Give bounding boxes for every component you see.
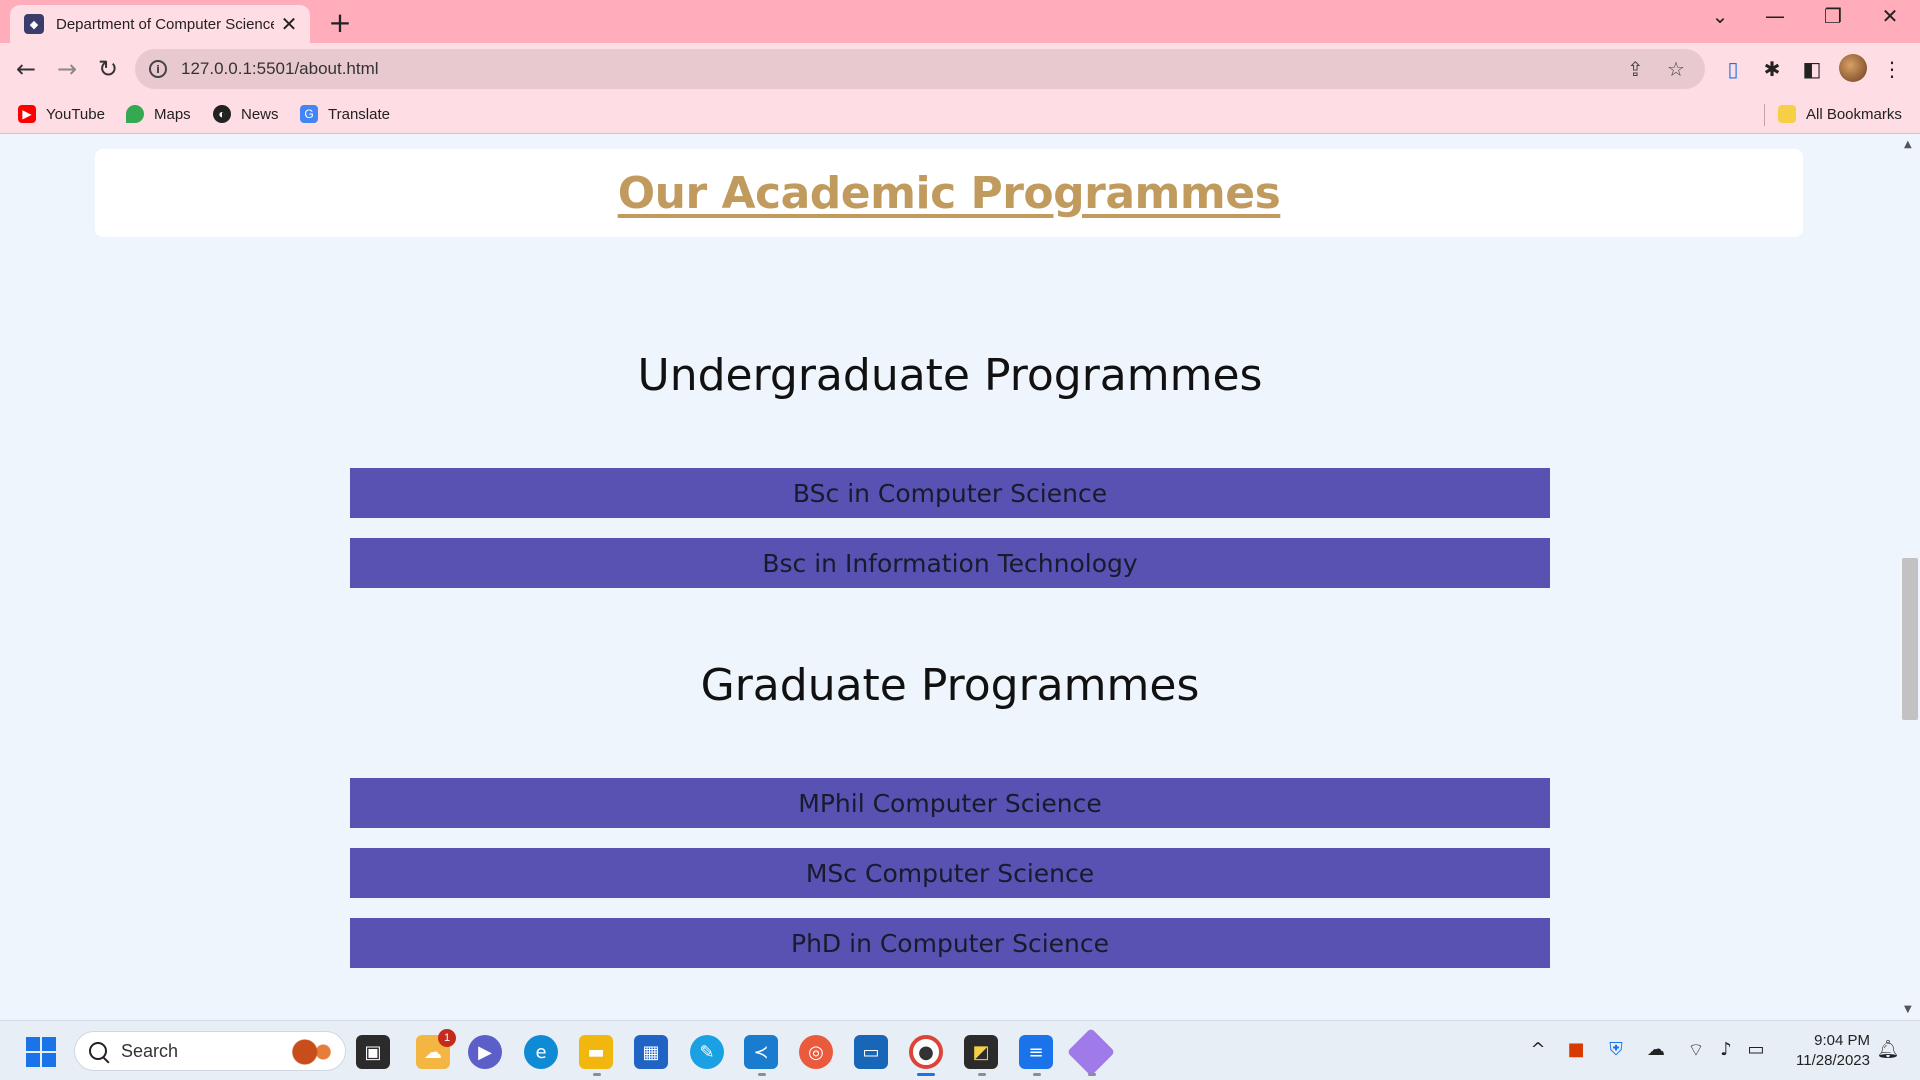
folder-icon: [1778, 105, 1796, 123]
programme-bsc-information-technology[interactable]: Bsc in Information Technology: [350, 538, 1550, 588]
edge-browser-icon[interactable]: e: [524, 1035, 558, 1069]
new-tab-button[interactable]: +: [325, 6, 355, 39]
bookmarks-bar: ▶ YouTube Maps ◐ News G Translate All Bo…: [0, 96, 1920, 134]
notepad-icon[interactable]: ≡: [1019, 1035, 1053, 1069]
close-window-button[interactable]: ✕: [1870, 4, 1910, 28]
minimize-button[interactable]: —: [1755, 4, 1795, 28]
close-tab-icon[interactable]: ✕: [278, 12, 300, 36]
translate-icon: G: [300, 105, 318, 123]
share-icon[interactable]: ⇪: [1627, 57, 1644, 81]
programme-bsc-computer-science[interactable]: BSc in Computer Science: [350, 468, 1550, 518]
address-bar[interactable]: i 127.0.0.1:5501/about.html ⇪ ☆: [135, 49, 1705, 89]
forward-arrow-icon[interactable]: →: [51, 53, 83, 85]
tray-app-icon[interactable]: ■: [1564, 1039, 1588, 1060]
start-windows-icon[interactable]: [26, 1037, 56, 1067]
heading-card: Our Academic Programmes: [95, 149, 1803, 237]
all-bookmarks-button[interactable]: All Bookmarks: [1778, 105, 1902, 123]
url-text[interactable]: 127.0.0.1:5501/about.html: [181, 59, 379, 79]
page-scrollbar[interactable]: ▲ ▼: [1900, 135, 1920, 1020]
extensions-puzzle-icon[interactable]: ✱: [1758, 55, 1786, 83]
system-clock[interactable]: 9:04 PM 11/28/2023: [1780, 1031, 1870, 1071]
restore-button[interactable]: ❐: [1813, 4, 1853, 28]
tab-title: Department of Computer Science: [56, 15, 274, 33]
app-diamond-icon[interactable]: [1066, 1027, 1116, 1077]
task-view-icon[interactable]: ▣: [356, 1035, 390, 1069]
bookmark-label: Translate: [328, 105, 390, 123]
teams-chat-icon[interactable]: ▶: [468, 1035, 502, 1069]
bookmarks-divider: [1764, 104, 1765, 126]
taskbar-search[interactable]: Search: [74, 1031, 346, 1071]
all-bookmarks-label: All Bookmarks: [1806, 105, 1902, 123]
search-highlight-icon: [291, 1038, 337, 1066]
search-label: Search: [121, 1040, 179, 1061]
side-panel-icon[interactable]: ◧: [1798, 55, 1826, 83]
running-indicator: [758, 1073, 766, 1076]
app-circle-icon[interactable]: ◎: [799, 1035, 833, 1069]
microsoft-store-icon[interactable]: ▦: [634, 1035, 668, 1069]
back-arrow-icon[interactable]: ←: [10, 53, 42, 85]
graduate-section-title: Graduate Programmes: [700, 660, 1200, 711]
reload-icon[interactable]: ↻: [92, 53, 124, 85]
vscode-icon[interactable]: ≺: [744, 1035, 778, 1069]
clock-time: 9:04 PM: [1814, 1032, 1870, 1049]
volume-icon[interactable]: ♪: [1714, 1039, 1738, 1060]
news-icon: ◐: [213, 105, 231, 123]
bookmark-translate[interactable]: G Translate: [300, 105, 390, 123]
bookmark-maps[interactable]: Maps: [126, 105, 191, 123]
bookmark-youtube[interactable]: ▶ YouTube: [18, 105, 105, 123]
search-icon: [89, 1042, 107, 1060]
maps-icon: [126, 105, 144, 123]
running-indicator: [1088, 1073, 1096, 1076]
scroll-thumb[interactable]: [1902, 558, 1918, 720]
bookmark-news[interactable]: ◐ News: [213, 105, 279, 123]
windows-taskbar: Search ▣ ☁ 1 ▶ e ▬ ▦ ✎ ≺ ◎ ▭ ● ◩ ≡ ^ ■ ⛨…: [0, 1020, 1920, 1080]
running-indicator: [1033, 1073, 1041, 1076]
page-content: Our Academic Programmes Undergraduate Pr…: [0, 135, 1900, 1020]
page-title: Our Academic Programmes: [617, 167, 1281, 219]
bookmark-label: Maps: [154, 105, 191, 123]
app-feather-icon[interactable]: ✎: [690, 1035, 724, 1069]
youtube-icon: ▶: [18, 105, 36, 123]
notifications-bell-icon[interactable]: 🔔︎: [1876, 1039, 1900, 1060]
clock-date: 11/28/2023: [1796, 1052, 1870, 1069]
onedrive-cloud-icon[interactable]: ☁: [1644, 1039, 1668, 1060]
wifi-icon[interactable]: ⌔: [1684, 1039, 1708, 1062]
remote-desktop-icon[interactable]: ▭: [854, 1035, 888, 1069]
sticky-notes-icon[interactable]: ◩: [964, 1035, 998, 1069]
weather-widget-icon[interactable]: ☁ 1: [416, 1029, 456, 1069]
site-info-icon[interactable]: i: [149, 60, 167, 78]
tab-search-chevron-icon[interactable]: ⌄: [1700, 4, 1740, 28]
bookmark-label: YouTube: [46, 105, 105, 123]
scroll-up-icon[interactable]: ▲: [1904, 139, 1912, 150]
browser-tab-bar: ◆ Department of Computer Science ✕ + ⌄ —…: [0, 0, 1920, 43]
security-shield-icon[interactable]: ⛨: [1604, 1039, 1628, 1060]
bookmark-label: News: [241, 105, 279, 123]
programme-phd-computer-science[interactable]: PhD in Computer Science: [350, 918, 1550, 968]
running-indicator: [593, 1073, 601, 1076]
file-explorer-icon[interactable]: ▬: [579, 1035, 613, 1069]
show-hidden-icons-chevron-icon[interactable]: ^: [1526, 1039, 1550, 1060]
scroll-down-icon[interactable]: ▼: [1904, 1004, 1912, 1015]
running-indicator: [978, 1073, 986, 1076]
menu-kebab-icon[interactable]: ⋮: [1878, 55, 1906, 83]
notification-badge: 1: [438, 1029, 456, 1047]
profile-avatar[interactable]: [1839, 54, 1867, 82]
extension-doc-icon[interactable]: ▯: [1719, 55, 1747, 83]
site-favicon-icon: ◆: [24, 14, 44, 34]
bookmark-star-icon[interactable]: ☆: [1667, 57, 1685, 81]
programme-mphil-computer-science[interactable]: MPhil Computer Science: [350, 778, 1550, 828]
active-indicator: [917, 1073, 935, 1076]
chrome-icon[interactable]: ●: [909, 1035, 943, 1069]
browser-toolbar: ← → ↻ i 127.0.0.1:5501/about.html ⇪ ☆ ▯ …: [0, 43, 1920, 96]
undergraduate-section-title: Undergraduate Programmes: [637, 350, 1263, 401]
browser-tab[interactable]: ◆ Department of Computer Science ✕: [10, 5, 310, 43]
battery-icon[interactable]: ▭: [1744, 1039, 1768, 1060]
programme-msc-computer-science[interactable]: MSc Computer Science: [350, 848, 1550, 898]
